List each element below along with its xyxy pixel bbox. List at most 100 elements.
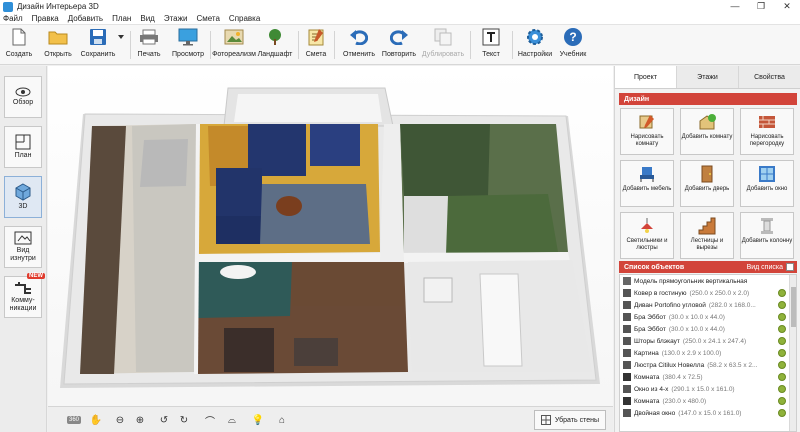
add-room-icon <box>699 114 716 130</box>
menu-help[interactable]: Справка <box>229 14 260 23</box>
rotate-right-button[interactable]: ↻ <box>176 412 192 428</box>
save-dropdown[interactable] <box>117 27 125 63</box>
list-item[interactable]: Бра Эббот (30.0 x 10.0 x 44.0) <box>620 323 796 335</box>
visibility-toggle[interactable] <box>778 385 786 393</box>
menu-estimate[interactable]: Смета <box>196 14 219 23</box>
add-column-button[interactable]: Добавить колонну <box>740 212 794 259</box>
visibility-toggle[interactable] <box>778 325 786 333</box>
draw-partition-button[interactable]: Нарисовать перегородку <box>740 108 794 155</box>
menu-add[interactable]: Добавить <box>68 14 103 23</box>
sofa-icon <box>623 301 631 309</box>
plan-button[interactable]: План <box>4 126 42 168</box>
copy-icon <box>433 27 453 47</box>
open-button[interactable]: Открыть <box>42 27 74 63</box>
tutorial-button[interactable]: ? Учебник <box>556 27 590 63</box>
save-button[interactable]: Сохранить <box>80 27 116 63</box>
list-item[interactable]: Бра Эббот (30.0 x 10.0 x 44.0) <box>620 311 796 323</box>
apartment-3d-model[interactable] <box>48 66 613 406</box>
object-list: Модель прямоугольник вертикальная Ковер … <box>619 274 797 432</box>
tab-floors[interactable]: Этажи <box>677 66 739 88</box>
list-item[interactable]: Комната (380.4 x 72.5) <box>620 371 796 383</box>
restore-button[interactable]: ❐ <box>748 0 774 13</box>
preview-button[interactable]: Просмотр <box>172 27 204 63</box>
text-button[interactable]: Текст <box>476 27 506 63</box>
view-3d-button[interactable]: 3D <box>4 176 42 218</box>
add-room-button[interactable]: Добавить комнату <box>680 108 734 155</box>
menu-view[interactable]: Вид <box>140 14 154 23</box>
lights-button[interactable]: Светильники и люстры <box>620 212 674 259</box>
menu-floors[interactable]: Этажи <box>164 14 188 23</box>
add-window-button[interactable]: Добавить окно <box>740 160 794 207</box>
zoom-in-button[interactable]: ⊕ <box>132 412 148 428</box>
stairs-button[interactable]: Лестницы и вырезы <box>680 212 734 259</box>
pipes-icon <box>15 282 31 294</box>
tab-project[interactable]: Проект <box>615 66 677 88</box>
list-item[interactable]: Двойная окно (147.0 x 15.0 x 161.0) <box>620 407 796 419</box>
new-document-icon <box>9 27 29 47</box>
object-list-scrollbar[interactable] <box>789 275 796 431</box>
lighting-button[interactable]: 💡 <box>250 412 266 428</box>
view-list-toggle[interactable] <box>786 263 794 271</box>
tilt-down-button[interactable]: ⌓ <box>224 412 240 428</box>
draw-room-button[interactable]: Нарисовать комнату <box>620 108 674 155</box>
tab-properties[interactable]: Свойства <box>739 66 800 88</box>
model-icon <box>623 277 631 285</box>
list-item[interactable]: Окно из 4-х (290.1 x 15.0 x 161.0) <box>620 383 796 395</box>
tilt-up-button[interactable]: ⌒ <box>202 412 218 428</box>
estimate-button[interactable]: Смета <box>304 27 328 63</box>
visibility-toggle[interactable] <box>778 337 786 345</box>
visibility-toggle[interactable] <box>778 409 786 417</box>
rug-icon <box>623 289 631 297</box>
view-list-label[interactable]: Вид списка <box>747 264 783 271</box>
sconce-icon <box>623 325 631 333</box>
scrollbar-thumb[interactable] <box>791 287 796 327</box>
visibility-toggle[interactable] <box>778 373 786 381</box>
eye-icon <box>15 87 31 97</box>
duplicate-button[interactable]: Дублировать <box>420 27 466 63</box>
view-inside-button[interactable]: Вид изнутри <box>4 226 42 268</box>
minimize-button[interactable]: — <box>722 0 748 13</box>
overview-button[interactable]: Обзор <box>4 76 42 118</box>
window-icon <box>759 166 775 182</box>
rotate-left-button[interactable]: ↺ <box>156 412 172 428</box>
remove-walls-button[interactable]: Убрать стены <box>533 410 606 430</box>
window-title: Дизайн Интерьера 3D <box>17 2 99 11</box>
visibility-toggle[interactable] <box>778 349 786 357</box>
list-item[interactable]: Ковер в гостиную (250.0 x 250.0 x 2.0) <box>620 287 796 299</box>
3d-viewport[interactable] <box>48 66 613 406</box>
window-controls: — ❐ ✕ <box>722 0 800 13</box>
visibility-toggle[interactable] <box>778 289 786 297</box>
visibility-toggle[interactable] <box>778 301 786 309</box>
create-button[interactable]: Создать <box>4 27 34 63</box>
list-item[interactable]: Модель прямоугольник вертикальная <box>620 275 796 287</box>
undo-button[interactable]: Отменить <box>340 27 378 63</box>
view-360-button[interactable]: 360 <box>66 412 82 428</box>
menu-edit[interactable]: Правка <box>32 14 59 23</box>
visibility-toggle[interactable] <box>778 361 786 369</box>
list-item[interactable]: Диван Portofino угловой (282.0 x 168.0... <box>620 299 796 311</box>
settings-button[interactable]: Настройки <box>516 27 554 63</box>
zoom-out-button[interactable]: ⊖ <box>112 412 128 428</box>
list-item[interactable]: Картина (130.0 x 2.9 x 100.0) <box>620 347 796 359</box>
photoreal-button[interactable]: Фотореализм <box>212 27 256 63</box>
redo-button[interactable]: Повторить <box>380 27 418 63</box>
hand-icon: ✋ <box>89 414 103 426</box>
chandelier-icon <box>623 361 631 369</box>
menu-file[interactable]: Файл <box>3 14 23 23</box>
list-item[interactable]: Люстра Citilux Новелла (58.2 x 63.5 x 2..… <box>620 359 796 371</box>
print-button[interactable]: Печать <box>136 27 162 63</box>
home-view-button[interactable]: ⌂ <box>274 412 290 428</box>
add-furniture-button[interactable]: Добавить мебель <box>620 160 674 207</box>
list-item[interactable]: Шторы блэкаут (250.0 x 24.1 x 247.4) <box>620 335 796 347</box>
monitor-icon <box>178 27 198 47</box>
menu-plan[interactable]: План <box>112 14 131 23</box>
visibility-toggle[interactable] <box>778 397 786 405</box>
list-item[interactable]: Комната (230.0 x 480.0) <box>620 395 796 407</box>
communications-button[interactable]: NEW Комму-никации <box>4 273 45 318</box>
pan-button[interactable]: ✋ <box>88 412 104 428</box>
close-button[interactable]: ✕ <box>774 0 800 13</box>
landscape-button[interactable]: Ландшафт <box>258 27 292 63</box>
add-door-button[interactable]: Добавить дверь <box>680 160 734 207</box>
design-section-header: Дизайн <box>619 93 797 105</box>
visibility-toggle[interactable] <box>778 313 786 321</box>
